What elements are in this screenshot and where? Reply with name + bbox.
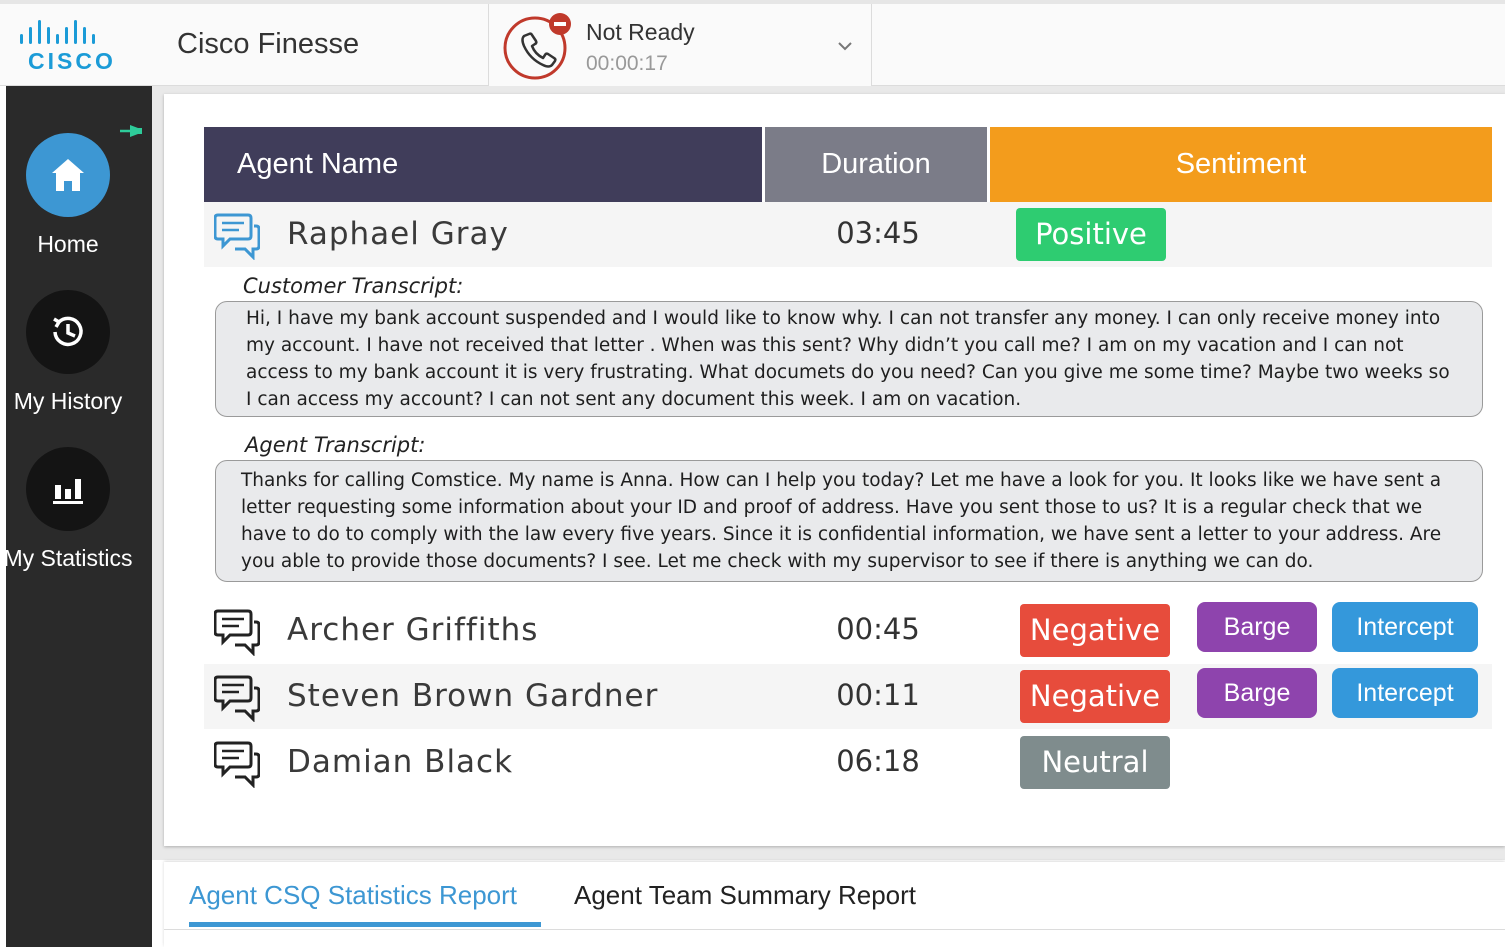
call-duration: 00:45: [836, 612, 920, 646]
active-tab-indicator: [189, 922, 541, 927]
cisco-logo-bars-icon: [20, 20, 95, 44]
home-icon: [52, 159, 84, 191]
tab-divider: [164, 929, 1505, 930]
tab-agent-csq-statistics-report[interactable]: Agent CSQ Statistics Report: [189, 880, 517, 911]
statistics-nav-circle: [26, 447, 110, 531]
sidebar-item-label: Home: [37, 231, 99, 257]
sentiment-badge: Neutral: [1020, 736, 1170, 789]
table-header: Agent Name Duration Sentiment: [204, 127, 1492, 202]
barge-button[interactable]: Barge: [1197, 602, 1317, 652]
agent-name: Raphael Gray: [287, 216, 509, 252]
agent-name: Steven Brown Gardner: [287, 678, 659, 714]
cisco-logo: CISCO: [18, 18, 118, 74]
column-header-agent-name[interactable]: Agent Name: [204, 127, 762, 202]
call-duration: 03:45: [836, 216, 920, 250]
sidebar-item-home[interactable]: Home: [6, 133, 152, 283]
agent-name: Damian Black: [287, 744, 514, 780]
top-bar: CISCO Cisco Finesse Not Ready 00:00:17: [0, 0, 1505, 90]
column-header-sentiment[interactable]: Sentiment: [990, 127, 1492, 202]
table-row[interactable]: Damian Black 06:18 Neutral: [204, 730, 1492, 795]
sentiment-badge: Negative: [1020, 670, 1170, 723]
sidebar-item-label: My Statistics: [3, 545, 133, 571]
customer-transcript-box: Hi, I have my bank account suspended and…: [215, 301, 1483, 417]
agent-sentiment-card: Agent Name Duration Sentiment Raphael Gr…: [164, 94, 1505, 846]
chevron-down-icon[interactable]: [835, 36, 855, 56]
sidebar-item-label: My History: [13, 388, 123, 414]
home-nav-circle: [26, 133, 110, 217]
app-title: Cisco Finesse: [177, 28, 360, 60]
sidebar-item-my-statistics[interactable]: My Statistics: [3, 447, 152, 597]
statistics-icon: [53, 479, 83, 504]
sentiment-badge: Positive: [1016, 208, 1166, 261]
table-row[interactable]: Steven Brown Gardner 00:11 Negative Barg…: [204, 664, 1492, 729]
agent-transcript-label: Agent Transcript:: [245, 433, 426, 457]
table-row[interactable]: Archer Griffiths 00:45 Negative Barge In…: [204, 598, 1492, 663]
table-row[interactable]: Raphael Gray 03:45 Positive: [204, 202, 1492, 267]
status-timer: 00:00:17: [586, 52, 668, 75]
main-panel: Agent Name Duration Sentiment Raphael Gr…: [152, 86, 1505, 860]
customer-transcript-label: Customer Transcript:: [243, 274, 464, 298]
call-duration: 06:18: [836, 744, 920, 778]
transcript-chat-icon[interactable]: [214, 212, 260, 260]
history-icon: [53, 316, 83, 347]
reports-panel: Agent CSQ Statistics Report Agent Team S…: [164, 862, 1505, 947]
call-duration: 00:11: [836, 678, 920, 712]
status-label: Not Ready: [586, 19, 695, 45]
transcript-chat-icon[interactable]: [214, 740, 260, 788]
agent-transcript-box: Thanks for calling Comstice. My name is …: [215, 460, 1483, 582]
not-ready-phone-icon: [503, 13, 571, 80]
intercept-button[interactable]: Intercept: [1332, 602, 1478, 652]
sidebar-item-my-history[interactable]: My History: [6, 290, 152, 440]
column-header-duration[interactable]: Duration: [765, 127, 987, 202]
cisco-logo-text: CISCO: [28, 48, 116, 74]
agent-status-dropdown[interactable]: Not Ready 00:00:17: [488, 4, 872, 90]
intercept-button[interactable]: Intercept: [1332, 668, 1478, 718]
transcript-chat-icon[interactable]: [214, 674, 260, 722]
transcript-chat-icon[interactable]: [214, 608, 260, 656]
tab-agent-team-summary-report[interactable]: Agent Team Summary Report: [574, 880, 916, 911]
history-nav-circle: [26, 290, 110, 374]
agent-name: Archer Griffiths: [287, 612, 539, 648]
sentiment-badge: Negative: [1020, 604, 1170, 657]
sidebar: Home My History My Statistics: [3, 86, 152, 947]
barge-button[interactable]: Barge: [1197, 668, 1317, 718]
